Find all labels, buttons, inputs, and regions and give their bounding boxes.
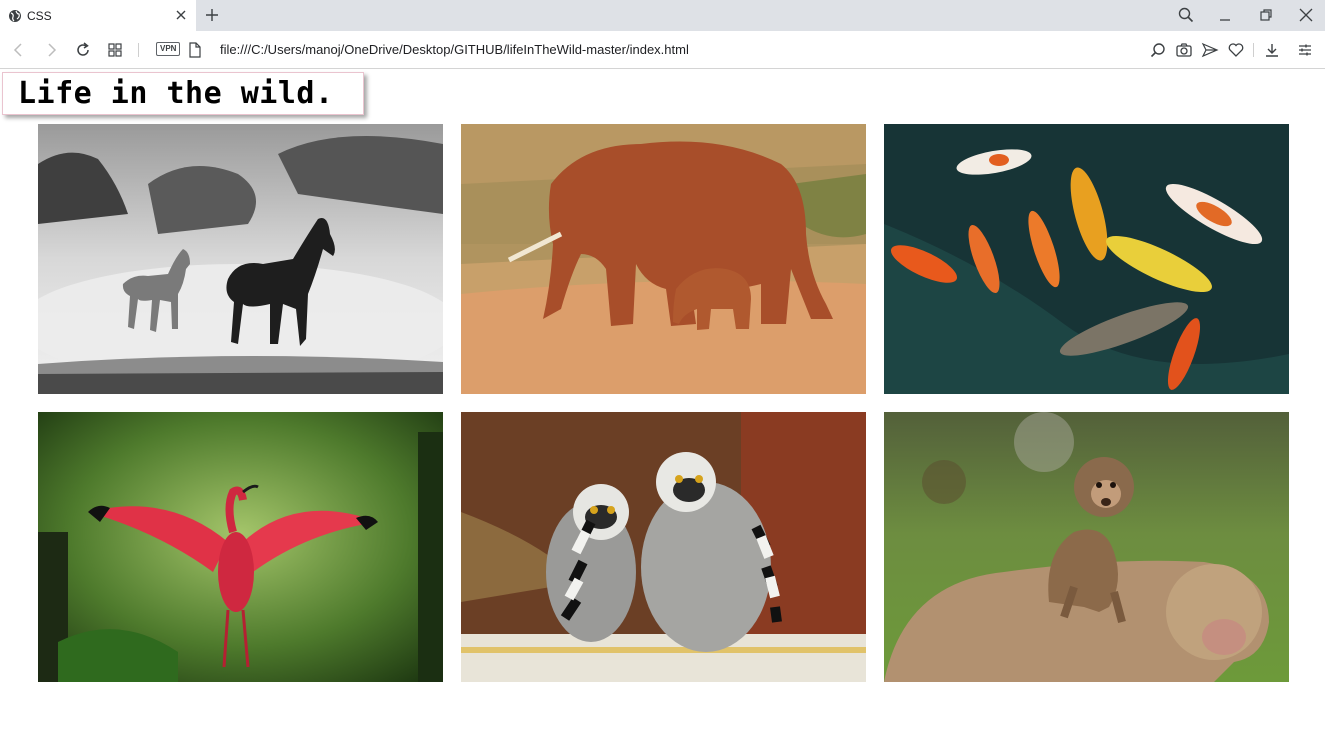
speed-dial-icon[interactable] <box>106 41 124 59</box>
globe-icon <box>8 9 22 23</box>
close-icon[interactable] <box>1297 6 1315 24</box>
separator <box>138 43 139 57</box>
zoom-icon[interactable] <box>1149 41 1167 59</box>
plus-icon[interactable] <box>203 6 221 24</box>
page-content: Life in the wild. <box>0 70 1325 736</box>
separator <box>1253 43 1254 57</box>
vpn-badge[interactable]: VPN <box>156 42 181 56</box>
back-icon[interactable] <box>10 41 28 59</box>
browser-tab[interactable]: CSS <box>0 0 196 31</box>
camera-icon[interactable] <box>1175 41 1193 59</box>
send-icon[interactable] <box>1201 41 1219 59</box>
page-file-icon <box>186 41 204 59</box>
download-icon[interactable] <box>1263 41 1281 59</box>
heart-icon[interactable] <box>1227 41 1245 59</box>
tab-bar: CSS <box>0 0 1325 31</box>
reload-icon[interactable] <box>74 41 92 59</box>
page-title: Life in the wild. <box>18 76 334 111</box>
forward-icon[interactable] <box>42 41 60 59</box>
macaques-photo <box>884 412 1289 682</box>
tab-title: CSS <box>27 8 52 23</box>
address-bar: VPN file:///C:/Users/manoj/OneDrive/Desk… <box>0 31 1325 69</box>
koi-fish-photo <box>884 124 1289 394</box>
ring-tailed-lemurs-photo <box>461 412 866 682</box>
heading-box: Life in the wild. <box>2 72 364 115</box>
tab-close-icon[interactable] <box>174 8 188 22</box>
horses-photo <box>38 124 443 394</box>
elephants-photo <box>461 124 866 394</box>
search-icon[interactable] <box>1177 6 1195 24</box>
easy-setup-icon[interactable] <box>1296 41 1314 59</box>
scarlet-ibis-photo <box>38 412 443 682</box>
url-field[interactable]: file:///C:/Users/manoj/OneDrive/Desktop/… <box>220 42 689 57</box>
minimize-icon[interactable] <box>1216 6 1234 24</box>
restore-icon[interactable] <box>1257 6 1275 24</box>
